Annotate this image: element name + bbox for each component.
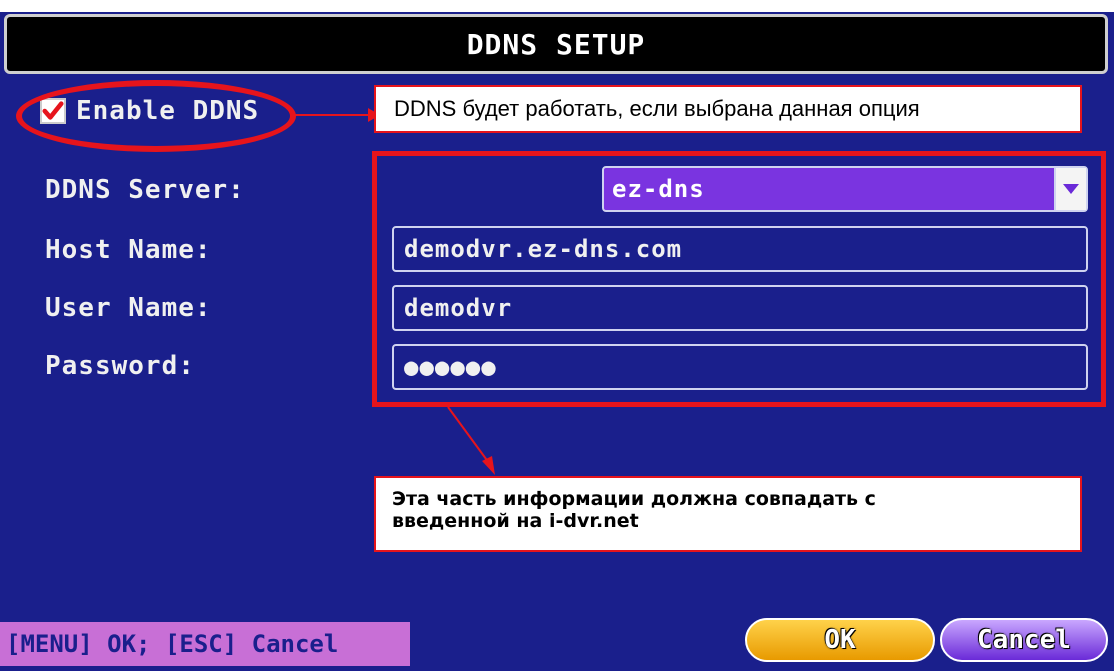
cancel-label: Cancel xyxy=(977,625,1071,655)
host-name-label: Host Name: xyxy=(45,235,212,265)
enable-ddns-label: Enable DDNS xyxy=(76,96,260,126)
arrow-to-enable-note xyxy=(290,108,380,122)
ddns-setup-screen: DDNS SETUP Enable DDNS DDNS будет работа… xyxy=(0,0,1114,671)
cancel-button[interactable]: Cancel xyxy=(940,618,1108,662)
enable-ddns-row[interactable]: Enable DDNS xyxy=(40,96,259,126)
form-note: Эта часть информации должна совпадать с … xyxy=(374,476,1082,552)
footer-hint: [MENU] OK; [ESC] Cancel xyxy=(0,622,410,666)
checkmark-icon xyxy=(42,101,64,120)
enable-ddns-checkbox[interactable] xyxy=(40,98,66,124)
form-note-line1: Эта часть информации должна совпадать с xyxy=(392,488,876,510)
form-note-line2: введенной на i-dvr.net xyxy=(392,510,639,532)
arrow-to-form-note xyxy=(447,406,495,475)
title-bar: DDNS SETUP xyxy=(4,14,1108,74)
enable-note-text: DDNS будет работать, если выбрана данная… xyxy=(394,96,920,121)
footer-hint-text: [MENU] OK; [ESC] Cancel xyxy=(6,630,339,658)
top-strip xyxy=(0,0,1114,12)
ddns-server-label: DDNS Server: xyxy=(45,175,245,205)
page-title: DDNS SETUP xyxy=(466,27,646,61)
user-name-label: User Name: xyxy=(45,293,212,323)
enable-note: DDNS будет работать, если выбрана данная… xyxy=(374,85,1082,133)
ok-button[interactable]: OK xyxy=(745,618,935,662)
ok-label: OK xyxy=(824,625,856,655)
password-label: Password: xyxy=(45,351,195,381)
form-highlight-frame xyxy=(372,151,1106,407)
